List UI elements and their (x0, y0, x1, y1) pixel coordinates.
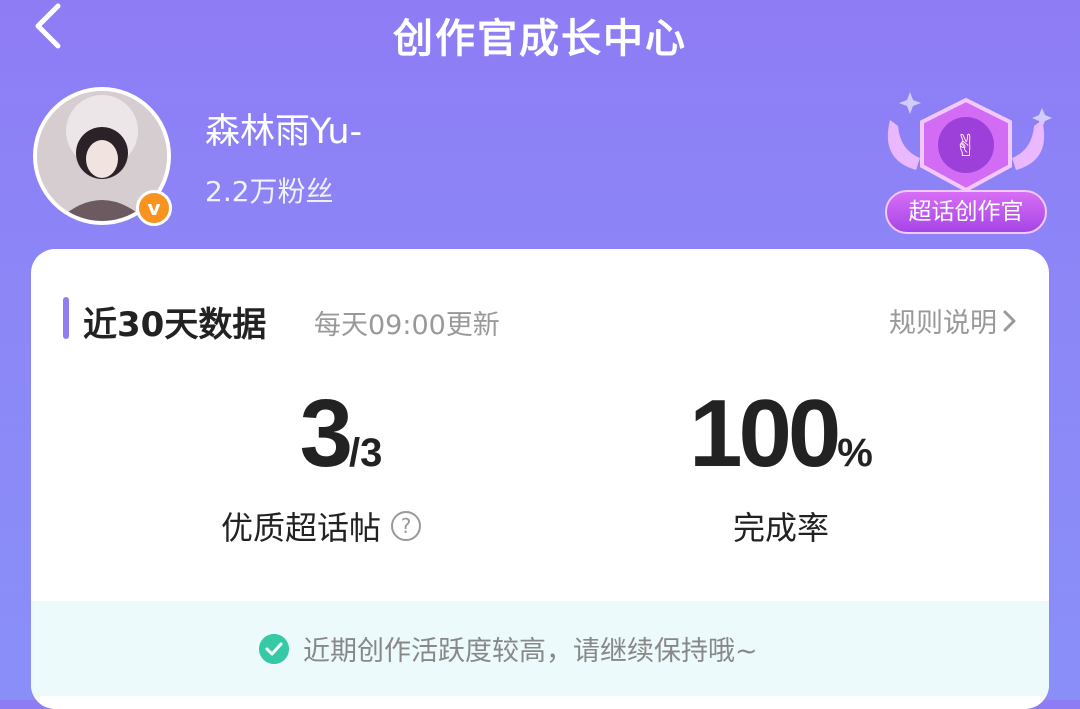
badge-label: 超话创作官 (885, 190, 1047, 234)
activity-tip-banner: 近期创作活跃度较高，请继续保持哦~ (31, 601, 1049, 696)
activity-tip-text: 近期创作活跃度较高，请继续保持哦~ (303, 636, 758, 667)
follower-count: 2.2万粉丝 (205, 175, 334, 208)
username: 森林雨Yu- (205, 112, 363, 152)
rules-link[interactable]: 规则说明 (889, 301, 1021, 340)
update-note: 每天09:00更新 (314, 310, 500, 341)
completion-rate-number: 100 (689, 380, 841, 487)
quality-posts-value: 3/3 (191, 379, 491, 489)
help-circle-icon[interactable]: ? (391, 511, 421, 541)
completion-rate-unit: % (837, 431, 873, 475)
completion-rate-value: 100% (631, 379, 931, 489)
card-title: 近30天数据 (83, 305, 267, 345)
svg-text:✌: ✌ (953, 129, 978, 164)
page-title: 创作官成长中心 (393, 16, 687, 62)
completion-rate-label: 完成率 (732, 509, 829, 547)
quality-posts-total: /3 (349, 431, 383, 475)
chevron-right-icon (1003, 310, 1016, 331)
rules-link-label: 规则说明 (889, 308, 997, 339)
stats-card: 近30天数据 每天09:00更新 规则说明 3/3 优质超话帖 ? 100% 完… (31, 249, 1049, 709)
quality-posts-label-row: 优质超话帖 ? (181, 503, 461, 549)
title-accent-bar (63, 297, 69, 339)
quality-posts-count: 3 (299, 380, 353, 487)
quality-posts-label: 优质超话帖 (220, 509, 381, 547)
verified-v-icon: v (136, 190, 172, 226)
check-circle-icon (259, 633, 289, 664)
